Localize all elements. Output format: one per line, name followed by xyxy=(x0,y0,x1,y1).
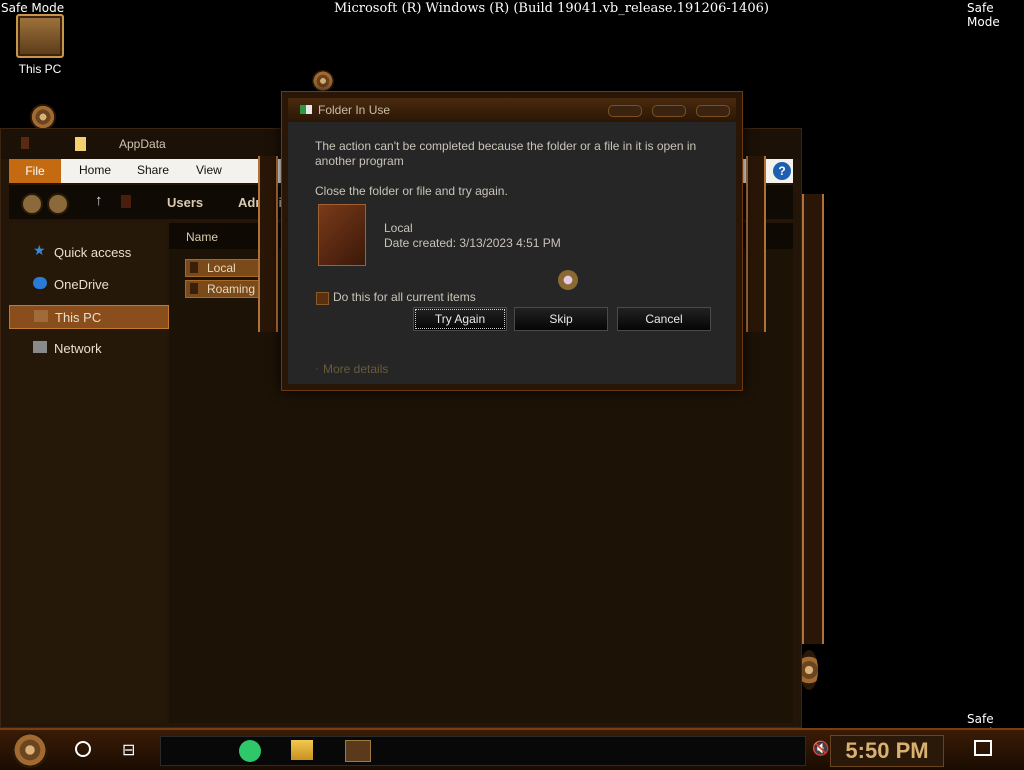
safe-mode-label-top-right: Safe Mode xyxy=(967,1,1000,29)
skip-button[interactable]: Skip xyxy=(514,307,608,331)
folder-icon xyxy=(121,195,131,208)
desktop-icon-label: This PC xyxy=(18,62,62,76)
folder-icon xyxy=(190,283,198,294)
apply-all-checkbox[interactable] xyxy=(316,292,329,305)
close-button[interactable] xyxy=(696,105,730,117)
decorative-rail xyxy=(258,156,278,332)
help-icon[interactable]: ? xyxy=(773,162,791,180)
navigation-pane: ★ Quick access OneDrive This PC Network xyxy=(9,223,169,723)
tab-file[interactable]: File xyxy=(9,159,61,183)
chevron-down-icon: · xyxy=(315,363,319,375)
dialog-titlebar: Folder In Use xyxy=(288,98,736,122)
sidebar-item-this-pc[interactable]: This PC xyxy=(9,305,169,329)
search-icon[interactable] xyxy=(75,741,91,757)
try-again-button[interactable]: Try Again xyxy=(413,307,507,331)
back-button[interactable] xyxy=(21,193,43,215)
minimize-button[interactable] xyxy=(608,105,642,117)
up-arrow-icon[interactable]: ↑ xyxy=(95,192,103,209)
tab-home[interactable]: Home xyxy=(79,163,111,177)
folder-label: Roaming xyxy=(207,282,256,296)
computer-icon xyxy=(34,310,48,322)
dialog-message: The action can't be completed because th… xyxy=(315,139,697,168)
folder-icon xyxy=(21,137,29,149)
file-explorer-icon[interactable] xyxy=(291,740,313,760)
dialog-title: Folder In Use xyxy=(318,103,391,117)
dialog-instruction: Close the folder or file and try again. xyxy=(315,184,508,198)
folder-icon xyxy=(190,262,198,273)
volume-muted-icon[interactable]: 🔇 xyxy=(812,740,829,757)
network-icon xyxy=(33,341,47,353)
folder-icon xyxy=(318,204,366,266)
sidebar-item-label: Quick access xyxy=(54,245,132,260)
sidebar-item-label: OneDrive xyxy=(54,277,109,292)
tab-share[interactable]: Share xyxy=(137,163,169,177)
sidebar-item-onedrive[interactable]: OneDrive xyxy=(9,273,167,295)
taskbar-clock[interactable]: 5:50 PM xyxy=(830,735,944,767)
task-view-icon[interactable]: ⊟ xyxy=(122,740,135,760)
cancel-button[interactable]: Cancel xyxy=(617,307,711,331)
cursor-icon xyxy=(558,270,578,290)
folder-icon xyxy=(75,137,86,151)
taskbar-apps xyxy=(160,736,806,766)
gear-icon xyxy=(30,104,56,130)
gear-icon xyxy=(312,70,334,92)
cloud-icon xyxy=(33,277,47,289)
sidebar-item-label: This PC xyxy=(55,310,102,325)
breadcrumb-users[interactable]: Users xyxy=(167,195,203,210)
taskbar: ⊟ 🔇 5:50 PM xyxy=(0,728,1024,770)
notifications-icon[interactable] xyxy=(974,740,992,756)
more-details-link[interactable]: More details xyxy=(323,362,388,377)
sidebar-item-network[interactable]: Network xyxy=(9,337,167,359)
maximize-button[interactable] xyxy=(652,105,686,117)
folder-in-use-dialog: Folder In Use The action can't be comple… xyxy=(282,92,742,390)
item-name: Local xyxy=(384,221,413,235)
gear-icon xyxy=(800,650,818,690)
column-header-label: Name xyxy=(186,230,219,244)
folder-label: Local xyxy=(207,261,236,275)
app-icon[interactable] xyxy=(345,740,371,762)
decorative-rail xyxy=(746,156,766,332)
forward-button[interactable] xyxy=(47,193,69,215)
start-button[interactable] xyxy=(12,732,48,768)
notes-app-icon[interactable] xyxy=(239,740,261,762)
sidebar-item-label: Network xyxy=(54,341,102,356)
star-icon: ★ xyxy=(33,242,46,258)
tab-view[interactable]: View xyxy=(196,163,222,177)
desktop-icon-this-pc[interactable]: This PC xyxy=(12,8,68,76)
dialog-app-icon xyxy=(300,105,312,114)
computer-icon xyxy=(16,14,64,58)
apply-all-label: Do this for all current items xyxy=(333,290,476,304)
item-date-created: Date created: 3/13/2023 4:51 PM xyxy=(384,236,561,250)
decorative-rail xyxy=(802,194,824,644)
sidebar-item-quick-access[interactable]: ★ Quick access xyxy=(9,241,167,263)
explorer-title: AppData xyxy=(119,137,166,151)
build-info: Microsoft (R) Windows (R) (Build 19041.v… xyxy=(334,1,769,16)
dialog-body: The action can't be completed because th… xyxy=(288,122,736,384)
